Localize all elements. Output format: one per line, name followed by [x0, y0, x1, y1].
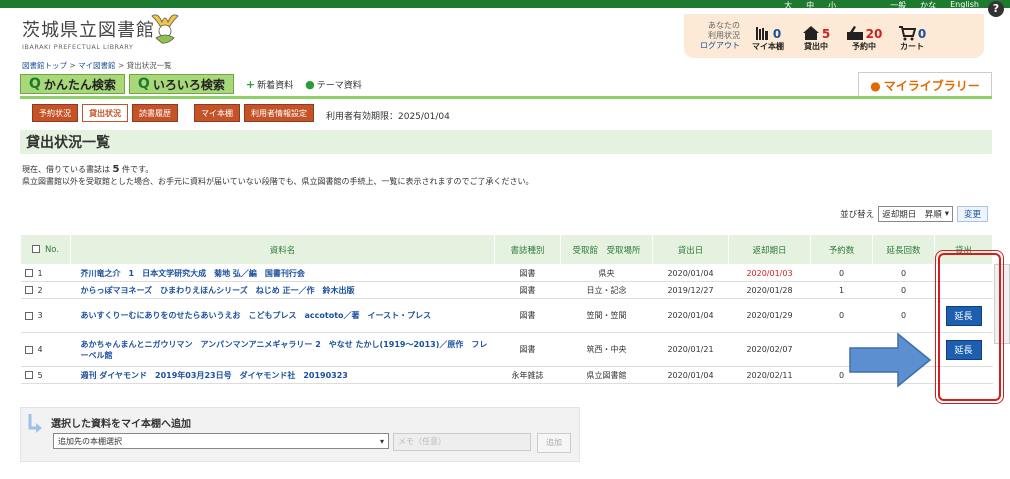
help-icon[interactable]: ?	[988, 1, 1004, 17]
library-mascot-icon	[151, 14, 179, 44]
search-nav: Q かんたん検索 Q いろいろ検索 + 新着資料 ● テーマ資料	[20, 74, 362, 94]
row-checkbox[interactable]	[24, 345, 33, 354]
row-checkbox[interactable]	[24, 286, 33, 294]
header-action: 貸出	[934, 234, 993, 265]
table-row: 5 週刊 ダイヤモンド 2019年03月23日号 ダイヤモンド社 2019032…	[20, 366, 993, 384]
loan-count: 5	[112, 164, 120, 175]
chevron-down-icon: ▾	[379, 436, 384, 446]
new-materials-link[interactable]: + 新着資料	[246, 78, 293, 91]
page-title: 貸出状況一覧	[20, 130, 992, 156]
user-expiry-date: 利用者有効期限：2025/01/04	[326, 112, 450, 122]
breadcrumb-home[interactable]: 図書館トップ	[22, 61, 67, 70]
breadcrumb-current: 貸出状況一覧	[126, 61, 172, 70]
row-checkbox[interactable]	[24, 269, 33, 277]
header-title: 資料名	[70, 234, 495, 265]
select-all-checkbox[interactable]	[31, 245, 40, 253]
simple-search-button[interactable]: Q かんたん検索	[20, 74, 125, 94]
english-link[interactable]: English	[947, 0, 982, 12]
status-cart[interactable]: 0 カート	[888, 21, 936, 52]
nav-divider	[20, 96, 992, 99]
advanced-search-button[interactable]: Q いろいろ検索	[128, 74, 234, 94]
usage-user: あなたの 利用状況 ログアウト	[684, 21, 744, 51]
table-row: 2 からっぽマヨネーズ ひまわりえほんシリーズ ねじめ 正一／作 鈴木出版 図書…	[20, 281, 993, 299]
chevron-down-icon: ▾	[944, 209, 949, 219]
font-medium-link[interactable]: 中	[803, 0, 817, 12]
item-title-link[interactable]: あかちゃんまんとニガウリマン アンパンマンアニメギャラリー 2 やなせ たかし(…	[70, 332, 495, 367]
item-title-link[interactable]: あいすくりーむにありをのせたらあいうえお こどもプレス accototo／著 イ…	[70, 298, 495, 333]
usage-status-panel: あなたの 利用状況 ログアウト 0 マイ本棚 5 貸出中 20 予約中 0 カー…	[684, 14, 984, 58]
logo-title: 茨城県立図書館	[22, 20, 155, 41]
reserve-icon	[846, 25, 863, 40]
search-icon: Q	[29, 76, 41, 92]
overdue-date: 2020/01/03	[728, 264, 811, 282]
sort-bar: 並び替え 返却期日 昇順 ▾ 変更	[840, 206, 988, 222]
library-logo[interactable]: 茨城県立図書館 IBARAKI PREFECTUAL LIBRARY	[22, 16, 155, 51]
my-library-tab[interactable]: ● マイライブラリー	[858, 72, 992, 98]
tab-user-settings[interactable]: 利用者情報設定	[244, 104, 314, 122]
loan-notice: 現在、借りている書誌は 5 件です。 県立図書館以外を受取館とした場合、お手元に…	[22, 164, 534, 186]
tab-loan-status[interactable]: 貸出状況	[82, 104, 128, 122]
table-row: 3 あいすくりーむにありをのせたらあいうえお こどもプレス accototo／著…	[20, 298, 993, 333]
person-icon: ●	[870, 78, 881, 93]
table-header: No. 資料名 書誌種別 受取館 受取場所 貸出日 返却期日 予約数 延長回数 …	[20, 234, 993, 265]
tab-my-shelf[interactable]: マイ本棚	[194, 104, 240, 122]
kana-link[interactable]: かな	[917, 0, 939, 12]
memo-input[interactable]: メモ（任意）	[393, 433, 531, 451]
header-place: 受取館 受取場所	[560, 234, 653, 265]
item-title-link[interactable]: 芥川竜之介 1 日本文学研究大成 菊地 弘／編 国書刊行会	[70, 264, 495, 282]
extend-button[interactable]: 延長	[945, 305, 982, 326]
bookshelf-icon	[755, 26, 768, 40]
item-title-link[interactable]: 週刊 ダイヤモンド 2019年03月23日号 ダイヤモンド社 20190323	[70, 366, 495, 384]
theme-materials-link[interactable]: ● テーマ資料	[305, 78, 362, 91]
table-row: 1 芥川竜之介 1 日本文学研究大成 菊地 弘／編 国書刊行会 図書 県央 20…	[20, 264, 993, 282]
sort-select[interactable]: 返却期日 昇順 ▾	[878, 206, 953, 222]
search-icon: Q	[137, 76, 150, 92]
font-large-link[interactable]: 大	[781, 0, 795, 12]
cart-icon	[898, 25, 916, 40]
item-title-link[interactable]: からっぽマヨネーズ ひまわりえほんシリーズ ねじめ 正一／作 鈴木出版	[70, 281, 495, 299]
header-extensions: 延長回数	[872, 234, 935, 265]
sparkle-icon: +	[245, 77, 256, 91]
font-size-language-links: 大 中 小 一般 かな English	[781, 0, 982, 12]
sort-change-button[interactable]: 変更	[956, 206, 988, 222]
tab-reservation-status[interactable]: 予約状況	[32, 104, 78, 122]
add-button[interactable]: 追加	[537, 433, 571, 453]
status-myshelf[interactable]: 0 マイ本棚	[744, 21, 792, 52]
table-row: 4 あかちゃんまんとニガウリマン アンパンマンアニメギャラリー 2 やなせ たか…	[20, 332, 993, 367]
add-to-shelf-panel: 選択した資料をマイ本棚へ追加 追加先の本棚選択 ▾ メモ（任意） 追加	[20, 407, 580, 462]
extend-button[interactable]: 延長	[945, 339, 982, 360]
header-no: No.	[20, 234, 71, 265]
add-to-shelf-label: 選択した資料をマイ本棚へ追加	[51, 419, 191, 430]
row-checkbox[interactable]	[24, 371, 33, 379]
return-arrow-icon	[28, 414, 42, 433]
font-small-link[interactable]: 小	[825, 0, 839, 12]
status-reservations[interactable]: 20 予約中	[840, 21, 888, 52]
tag-icon: ●	[305, 77, 315, 91]
shelf-select[interactable]: 追加先の本棚選択 ▾	[53, 433, 389, 449]
logo-subtitle: IBARAKI PREFECTUAL LIBRARY	[22, 43, 134, 51]
header-loan-date: 貸出日	[652, 234, 729, 265]
row-checkbox[interactable]	[24, 311, 33, 320]
side-scroll-tab[interactable]	[994, 264, 1010, 344]
house-icon	[802, 25, 819, 40]
breadcrumb-mylibrary[interactable]: マイ図書館	[78, 61, 116, 70]
header-reservations: 予約数	[810, 234, 873, 265]
tab-reading-history[interactable]: 読書履歴	[132, 104, 178, 122]
mylibrary-tabs: 予約状況 貸出状況 読書履歴 マイ本棚 利用者情報設定 利用者有効期限：2025…	[32, 104, 450, 122]
status-loans[interactable]: 5 貸出中	[792, 21, 840, 52]
header-type: 書誌種別	[494, 234, 561, 265]
general-link[interactable]: 一般	[887, 0, 909, 12]
logout-link[interactable]: ログアウト	[684, 41, 740, 51]
pointer-arrow-icon	[849, 332, 932, 388]
breadcrumb: 図書館トップ > マイ図書館 > 貸出状況一覧	[22, 61, 172, 70]
header-due-date: 返却期日	[728, 234, 811, 265]
